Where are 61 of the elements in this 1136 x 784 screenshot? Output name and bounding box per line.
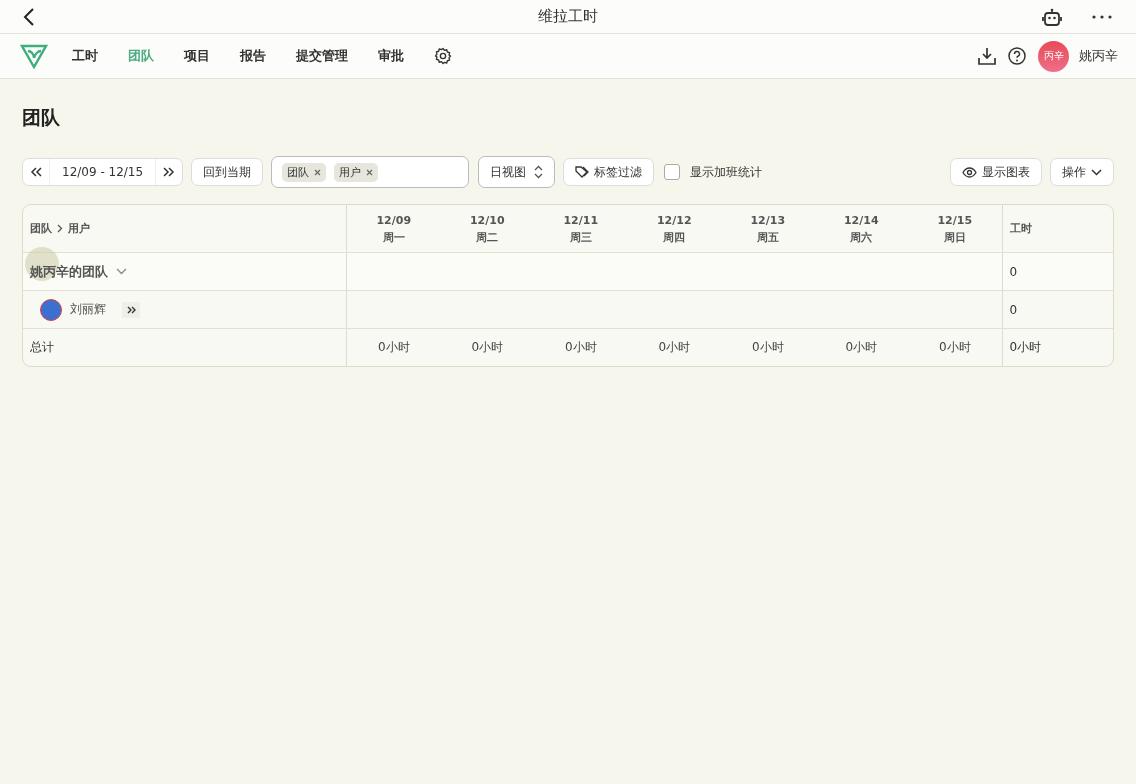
- member-name[interactable]: 刘丽辉: [70, 301, 106, 318]
- actions-button[interactable]: 操作: [1050, 158, 1114, 186]
- date-range: 12/09 - 12/15: [49, 159, 157, 185]
- table-cell: 0: [1001, 291, 1113, 328]
- nav-tab[interactable]: 项目: [184, 47, 210, 65]
- sort-icon: [534, 165, 544, 179]
- double-chevron-right-icon: [126, 305, 136, 314]
- eye-icon: [962, 166, 977, 178]
- double-chevron-left-icon: [30, 167, 42, 177]
- window-title: 维拉工时: [538, 7, 598, 26]
- day-header: 12/09 周一: [375, 212, 413, 246]
- day-header: 12/11 周三: [562, 212, 600, 246]
- double-chevron-right-icon: [163, 167, 176, 177]
- table-cell-text: 0小时: [470, 339, 505, 356]
- grouping-field[interactable]: 团队 用户: [271, 156, 470, 188]
- chevron-down-icon: [1091, 168, 1102, 176]
- overtime-label: 显示加班统计: [690, 163, 763, 181]
- table-cell-text: 0小时: [563, 339, 598, 356]
- logo-icon[interactable]: [20, 43, 48, 69]
- table-cell: 0: [1001, 253, 1113, 290]
- remove-icon[interactable]: [314, 168, 322, 176]
- tag-icon: [575, 166, 590, 178]
- member-avatar: [40, 298, 62, 321]
- table-cell: 0小时: [1001, 329, 1113, 366]
- group-tag[interactable]: 用户: [334, 162, 379, 182]
- day-header: 12/13 周五: [749, 212, 787, 246]
- tag-filter-button[interactable]: 标签过滤: [563, 158, 655, 186]
- nav-tab[interactable]: 审批: [378, 47, 404, 65]
- overtime-checkbox[interactable]: [664, 164, 681, 180]
- table-cell-text: 0小时: [376, 339, 411, 356]
- table-cell-text: 0小时: [750, 339, 785, 356]
- group-tag[interactable]: 团队: [282, 162, 327, 182]
- more-icon[interactable]: [1092, 14, 1112, 19]
- chevron-down-icon[interactable]: [116, 268, 127, 275]
- breadcrumb-item: 用户: [68, 221, 90, 236]
- nav-tab[interactable]: 报告: [240, 47, 266, 65]
- download-icon[interactable]: [978, 47, 996, 65]
- day-header: 12/15 周日: [936, 212, 974, 246]
- view-select[interactable]: 日视图: [478, 156, 556, 188]
- chevron-right-icon: [57, 224, 63, 233]
- table-cell-text: 0小时: [937, 339, 972, 356]
- expand-button[interactable]: [122, 301, 140, 318]
- help-icon[interactable]: [1008, 47, 1026, 65]
- table-cell-text: 0小时: [844, 339, 879, 356]
- show-chart-button[interactable]: 显示图表: [950, 158, 1042, 186]
- current-period-button[interactable]: 回到当期: [191, 158, 264, 186]
- team-name[interactable]: 姚丙辛的团队: [30, 262, 108, 281]
- settings-icon[interactable]: [434, 47, 452, 65]
- table-cell-text: 0小时: [657, 339, 692, 356]
- total-label: 总计: [23, 329, 347, 366]
- day-header: 12/14 周六: [842, 212, 880, 246]
- robot-icon[interactable]: [1042, 7, 1062, 26]
- nav-tab[interactable]: 提交管理: [296, 47, 348, 65]
- day-header: 12/12 周四: [655, 212, 693, 246]
- remove-icon[interactable]: [366, 168, 374, 176]
- user-name: 姚丙辛: [1079, 47, 1118, 65]
- nav-tab[interactable]: 工时: [72, 47, 98, 65]
- day-header: 12/10 周二: [468, 212, 506, 246]
- back-icon[interactable]: [22, 7, 36, 26]
- page-title: 团队: [22, 105, 61, 130]
- breadcrumb-item: 团队: [30, 221, 52, 236]
